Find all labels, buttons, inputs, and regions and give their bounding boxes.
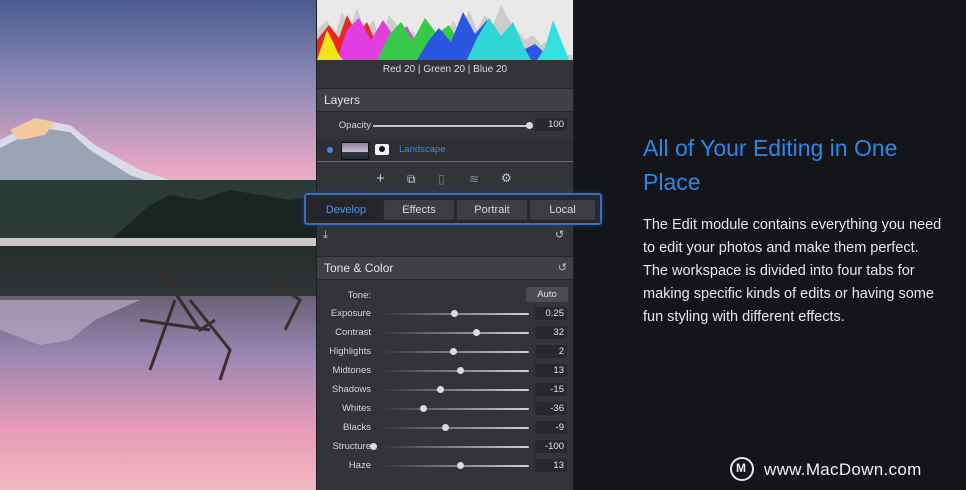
layer-row-landscape[interactable]: Landscape [317, 139, 573, 162]
tab-effects[interactable]: Effects [384, 200, 454, 220]
slider-label-midtones: Midtones [332, 365, 371, 376]
slider-value-blacks[interactable]: -9 [535, 421, 567, 434]
slider-value-midtones[interactable]: 13 [535, 364, 567, 377]
page-heading: All of Your Editing in One Place [643, 135, 898, 195]
gear-icon[interactable]: ⚙ [501, 171, 512, 185]
slider-label-highlights: Highlights [329, 346, 371, 357]
green-label: Green [423, 64, 452, 75]
opacity-value[interactable]: 100 [535, 118, 567, 131]
layer-mask-icon[interactable] [375, 144, 389, 155]
slider-label-exposure: Exposure [330, 308, 371, 319]
slider-label-contrast: Contrast [335, 327, 371, 338]
layer-thumbnail [341, 142, 369, 160]
slider-value-structure[interactable]: -100 [535, 440, 567, 453]
edit-panel: Red 20 | Green 20 | Blue 20 Layers Opaci… [316, 0, 574, 490]
tone-color-reset-icon[interactable]: ↺ [558, 261, 567, 274]
slider-knob-whites[interactable] [419, 405, 427, 412]
layer-name: Landscape [399, 144, 446, 155]
tab-portrait[interactable]: Portrait [457, 200, 527, 220]
slider-label-structure: Structure [332, 441, 371, 452]
opacity-slider-knob[interactable] [526, 122, 533, 129]
slider-label-haze: Haze [348, 460, 371, 471]
blue-label: Blue [473, 64, 494, 75]
slider-label-whites: Whites [341, 403, 371, 414]
stack-icon[interactable]: ≋ [469, 172, 479, 186]
article-body: The Edit module contains everything you … [643, 217, 942, 325]
slider-exposure[interactable] [373, 310, 529, 317]
layers-header[interactable]: Layers [317, 88, 573, 112]
slider-structure[interactable] [370, 443, 529, 450]
slider-value-haze[interactable]: 13 [535, 459, 567, 472]
slider-knob-midtones[interactable] [457, 367, 465, 374]
import-icon[interactable]: ⤓ [323, 229, 328, 242]
slider-contrast[interactable] [373, 329, 529, 336]
slider-value-exposure[interactable]: 0.25 [535, 307, 567, 320]
tone-color-header[interactable]: Tone & Color ↺ [317, 256, 573, 280]
module-tabs: Develop Effects Portrait Local [304, 193, 602, 225]
slider-shadows[interactable] [373, 386, 529, 393]
slider-knob-highlights[interactable] [449, 348, 457, 355]
slider-midtones[interactable] [373, 367, 529, 374]
slider-value-whites[interactable]: -36 [535, 402, 567, 415]
histogram [317, 0, 573, 60]
slider-knob-exposure[interactable] [451, 310, 459, 317]
slider-value-shadows[interactable]: -15 [535, 383, 567, 396]
slider-whites[interactable] [373, 405, 529, 412]
slider-knob-haze[interactable] [457, 462, 465, 469]
copy-icon[interactable]: ▯ [438, 172, 445, 186]
tone-label: Tone: [347, 290, 371, 301]
slider-knob-structure[interactable] [370, 443, 377, 450]
watermark-logo: M [730, 457, 754, 481]
watermark-text: www.MacDown.com [764, 460, 922, 479]
duplicate-icon[interactable]: ⧉ [407, 172, 416, 187]
slider-knob-blacks[interactable] [441, 424, 449, 431]
slider-knob-contrast[interactable] [472, 329, 480, 336]
slider-label-shadows: Shadows [331, 384, 371, 395]
opacity-slider[interactable] [373, 122, 533, 129]
slider-haze[interactable] [373, 462, 529, 469]
slider-value-highlights[interactable]: 2 [535, 345, 567, 358]
green-value: 20 [453, 64, 466, 75]
slider-value-contrast[interactable]: 32 [535, 326, 567, 339]
plus-icon[interactable]: + [376, 170, 385, 187]
layers-title: Layers [324, 93, 361, 107]
reset-icon[interactable]: ↺ [555, 228, 564, 241]
tone-color-title: Tone & Color [324, 261, 394, 275]
opacity-label: Opacity [338, 120, 371, 131]
auto-button[interactable]: Auto [526, 287, 568, 302]
slider-blacks[interactable] [373, 424, 529, 431]
photo-preview[interactable] [0, 0, 318, 490]
slider-knob-shadows[interactable] [437, 386, 445, 393]
slider-highlights[interactable] [373, 348, 529, 355]
red-label: Red [382, 64, 402, 75]
blue-value: 20 [495, 64, 508, 75]
red-value: 20 [404, 64, 416, 75]
tab-develop[interactable]: Develop [311, 200, 381, 220]
slider-label-blacks: Blacks [343, 422, 371, 433]
tab-local[interactable]: Local [530, 200, 595, 220]
layer-active-dot [327, 147, 333, 153]
rgb-readout: Red 20 | Green 20 | Blue 20 [382, 64, 508, 75]
